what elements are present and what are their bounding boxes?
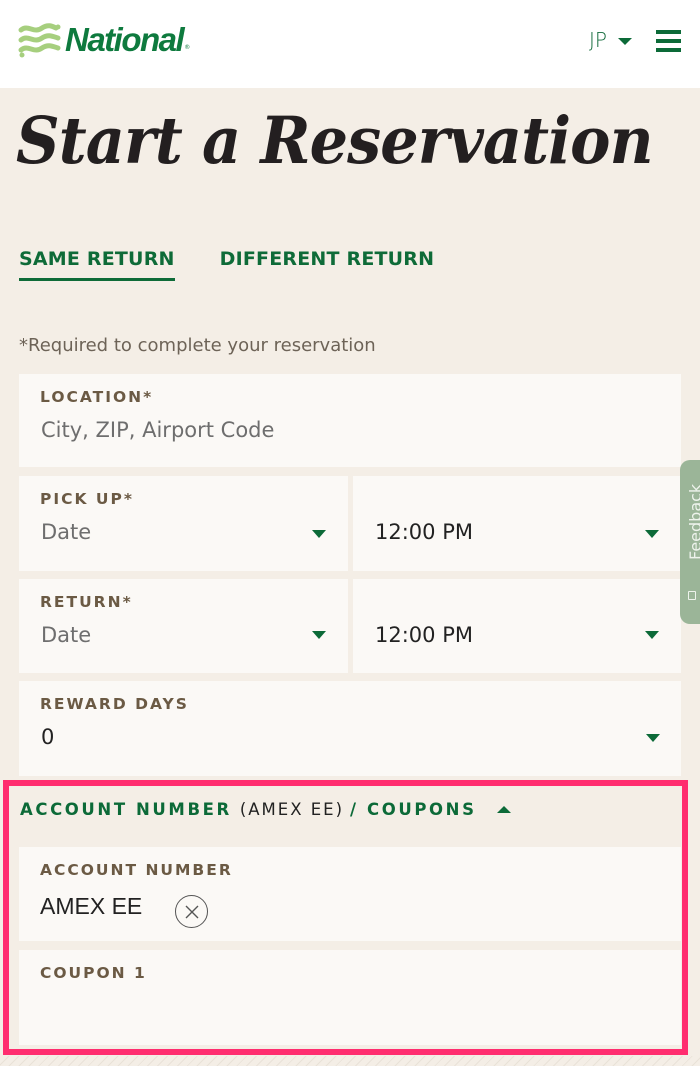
- return-label: RETURN*: [40, 593, 133, 611]
- coupons-title: / COUPONS: [350, 800, 477, 819]
- registered-mark: ®: [184, 44, 191, 51]
- chevron-down-icon: [645, 530, 659, 538]
- return-time-field[interactable]: 12:00 PM: [353, 579, 681, 673]
- pickup-time-field[interactable]: 12:00 PM: [353, 476, 681, 571]
- language-selector[interactable]: JP: [589, 28, 632, 52]
- account-number-value: AMEX EE: [40, 893, 143, 919]
- chevron-down-icon: [617, 37, 632, 45]
- coupon-1-label: COUPON 1: [40, 964, 147, 982]
- feedback-icon: [688, 591, 696, 600]
- pickup-date-value: Date: [41, 520, 92, 544]
- account-number-label: ACCOUNT NUMBER: [40, 861, 233, 879]
- return-type-tabs: SAME RETURN DIFFERENT RETURN: [19, 248, 434, 281]
- brand-name: National: [65, 21, 185, 58]
- return-time-value: 12:00 PM: [375, 623, 473, 647]
- feedback-tab[interactable]: Feedback: [680, 460, 700, 624]
- location-field[interactable]: LOCATION* City, ZIP, Airport Code: [19, 374, 681, 467]
- reward-days-value: 0: [41, 725, 55, 749]
- chevron-down-icon: [312, 631, 326, 639]
- close-icon: [185, 905, 198, 918]
- coupon-1-field[interactable]: COUPON 1: [19, 950, 681, 1045]
- chevron-down-icon: [646, 734, 660, 742]
- chevron-up-icon: [496, 806, 511, 813]
- site-header: National ® JP: [0, 0, 700, 88]
- reward-days-label: REWARD DAYS: [40, 695, 189, 713]
- location-input[interactable]: City, ZIP, Airport Code: [41, 418, 274, 442]
- language-label: JP: [589, 28, 607, 52]
- account-coupons-toggle[interactable]: ACCOUNT NUMBER (AMEX EE) / COUPONS: [20, 800, 511, 819]
- national-logo[interactable]: National ®: [18, 20, 190, 60]
- location-label: LOCATION*: [40, 388, 154, 406]
- account-number-title: ACCOUNT NUMBER: [20, 800, 232, 819]
- national-wave-icon: [18, 23, 61, 58]
- chevron-down-icon: [645, 631, 659, 639]
- clear-account-button[interactable]: [175, 895, 208, 928]
- return-date-field[interactable]: RETURN* Date: [19, 579, 348, 673]
- tab-different-return[interactable]: DIFFERENT RETURN: [220, 248, 435, 281]
- reward-days-field[interactable]: REWARD DAYS 0: [19, 681, 681, 776]
- pickup-time-value: 12:00 PM: [375, 520, 473, 544]
- feedback-label: Feedback: [686, 483, 700, 560]
- page-title: Start a Reservation: [16, 103, 654, 179]
- pickup-date-field[interactable]: PICK UP* Date: [19, 476, 348, 571]
- pickup-label: PICK UP*: [40, 490, 134, 508]
- account-number-field[interactable]: ACCOUNT NUMBER AMEX EE: [19, 847, 681, 941]
- return-date-value: Date: [41, 623, 92, 647]
- account-name-title: (AMEX EE): [239, 800, 345, 819]
- required-note: *Required to complete your reservation: [19, 335, 376, 356]
- decorative-stripes: [0, 1056, 700, 1066]
- chevron-down-icon: [312, 530, 326, 538]
- hamburger-menu-icon[interactable]: [656, 30, 681, 52]
- tab-same-return[interactable]: SAME RETURN: [19, 248, 175, 281]
